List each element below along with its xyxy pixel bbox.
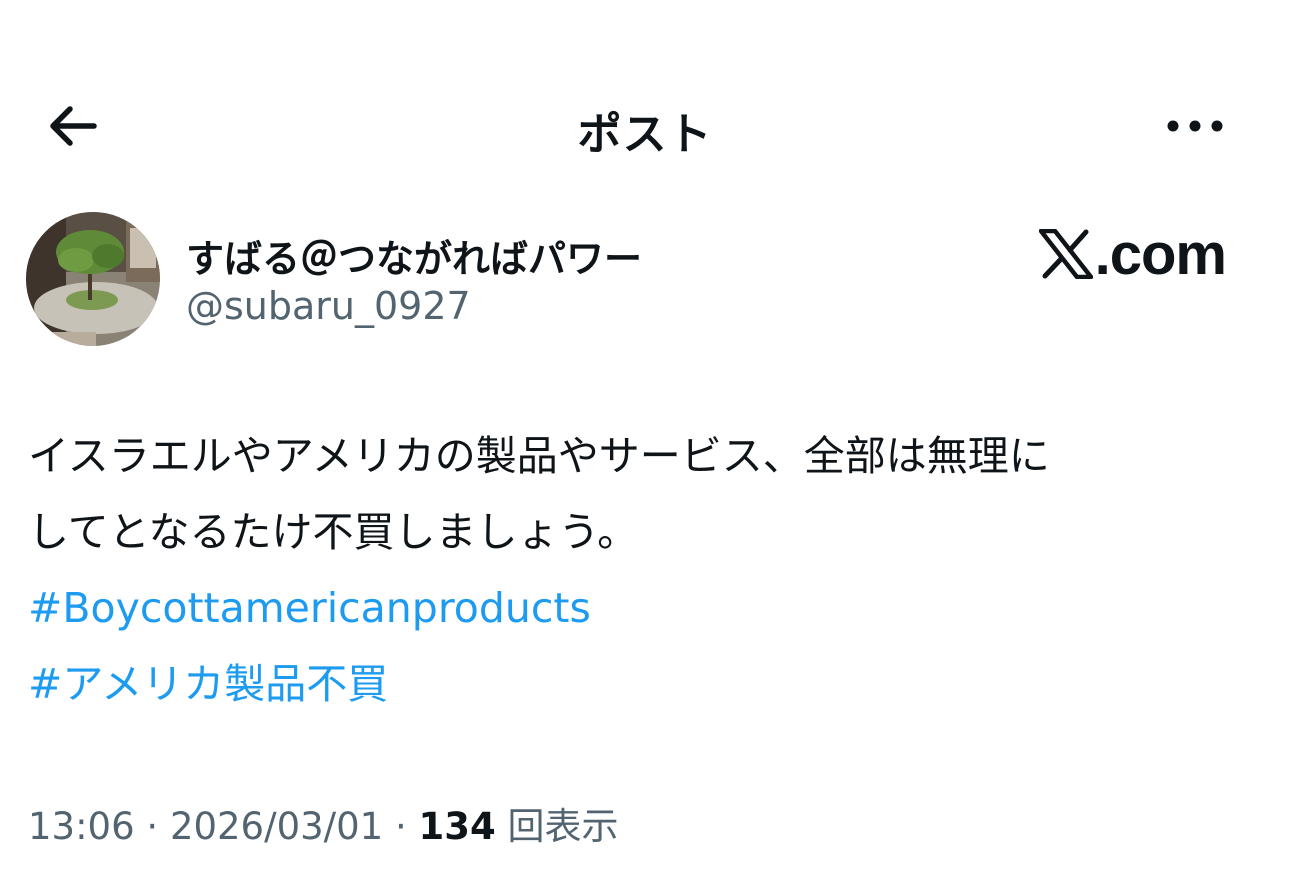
- avatar[interactable]: [26, 212, 160, 346]
- more-horizontal-icon: [1167, 120, 1223, 132]
- post-author: すばる＠つながればパワー @subaru_0927 .com: [26, 212, 1266, 352]
- post-body: イスラエルやアメリカの製品やサービス、全部は無理に してとなるたけ不買しましょう…: [28, 418, 1248, 722]
- avatar-garden-photo: [26, 212, 160, 346]
- xcom-watermark-text: .com: [1094, 221, 1227, 287]
- post-time[interactable]: 13:06: [28, 805, 135, 848]
- top-bar: ポスト: [0, 86, 1290, 166]
- views-count[interactable]: 134: [419, 805, 496, 848]
- post-text: イスラエルやアメリカの製品やサービス、全部は無理に してとなるたけ不買しましょう…: [28, 432, 1050, 556]
- author-handle[interactable]: @subaru_0927: [186, 284, 471, 328]
- page-title: ポスト: [577, 109, 713, 160]
- author-display-name[interactable]: すばる＠つながればパワー: [186, 228, 642, 283]
- x-logo-icon: [1038, 229, 1093, 279]
- hashtag-link[interactable]: #Boycottamericanproducts: [28, 570, 1248, 646]
- post-metadata: 13:06 · 2026/03/01 · 134 回表示: [28, 796, 619, 850]
- views-label: 回表示: [495, 805, 619, 848]
- more-options-button[interactable]: [1160, 100, 1230, 152]
- post-date[interactable]: 2026/03/01: [170, 805, 383, 848]
- meta-separator: ·: [383, 805, 419, 848]
- hashtag-link[interactable]: #アメリカ製品不買: [28, 646, 1248, 722]
- xcom-watermark: .com: [1038, 222, 1227, 287]
- meta-separator: ·: [134, 805, 170, 848]
